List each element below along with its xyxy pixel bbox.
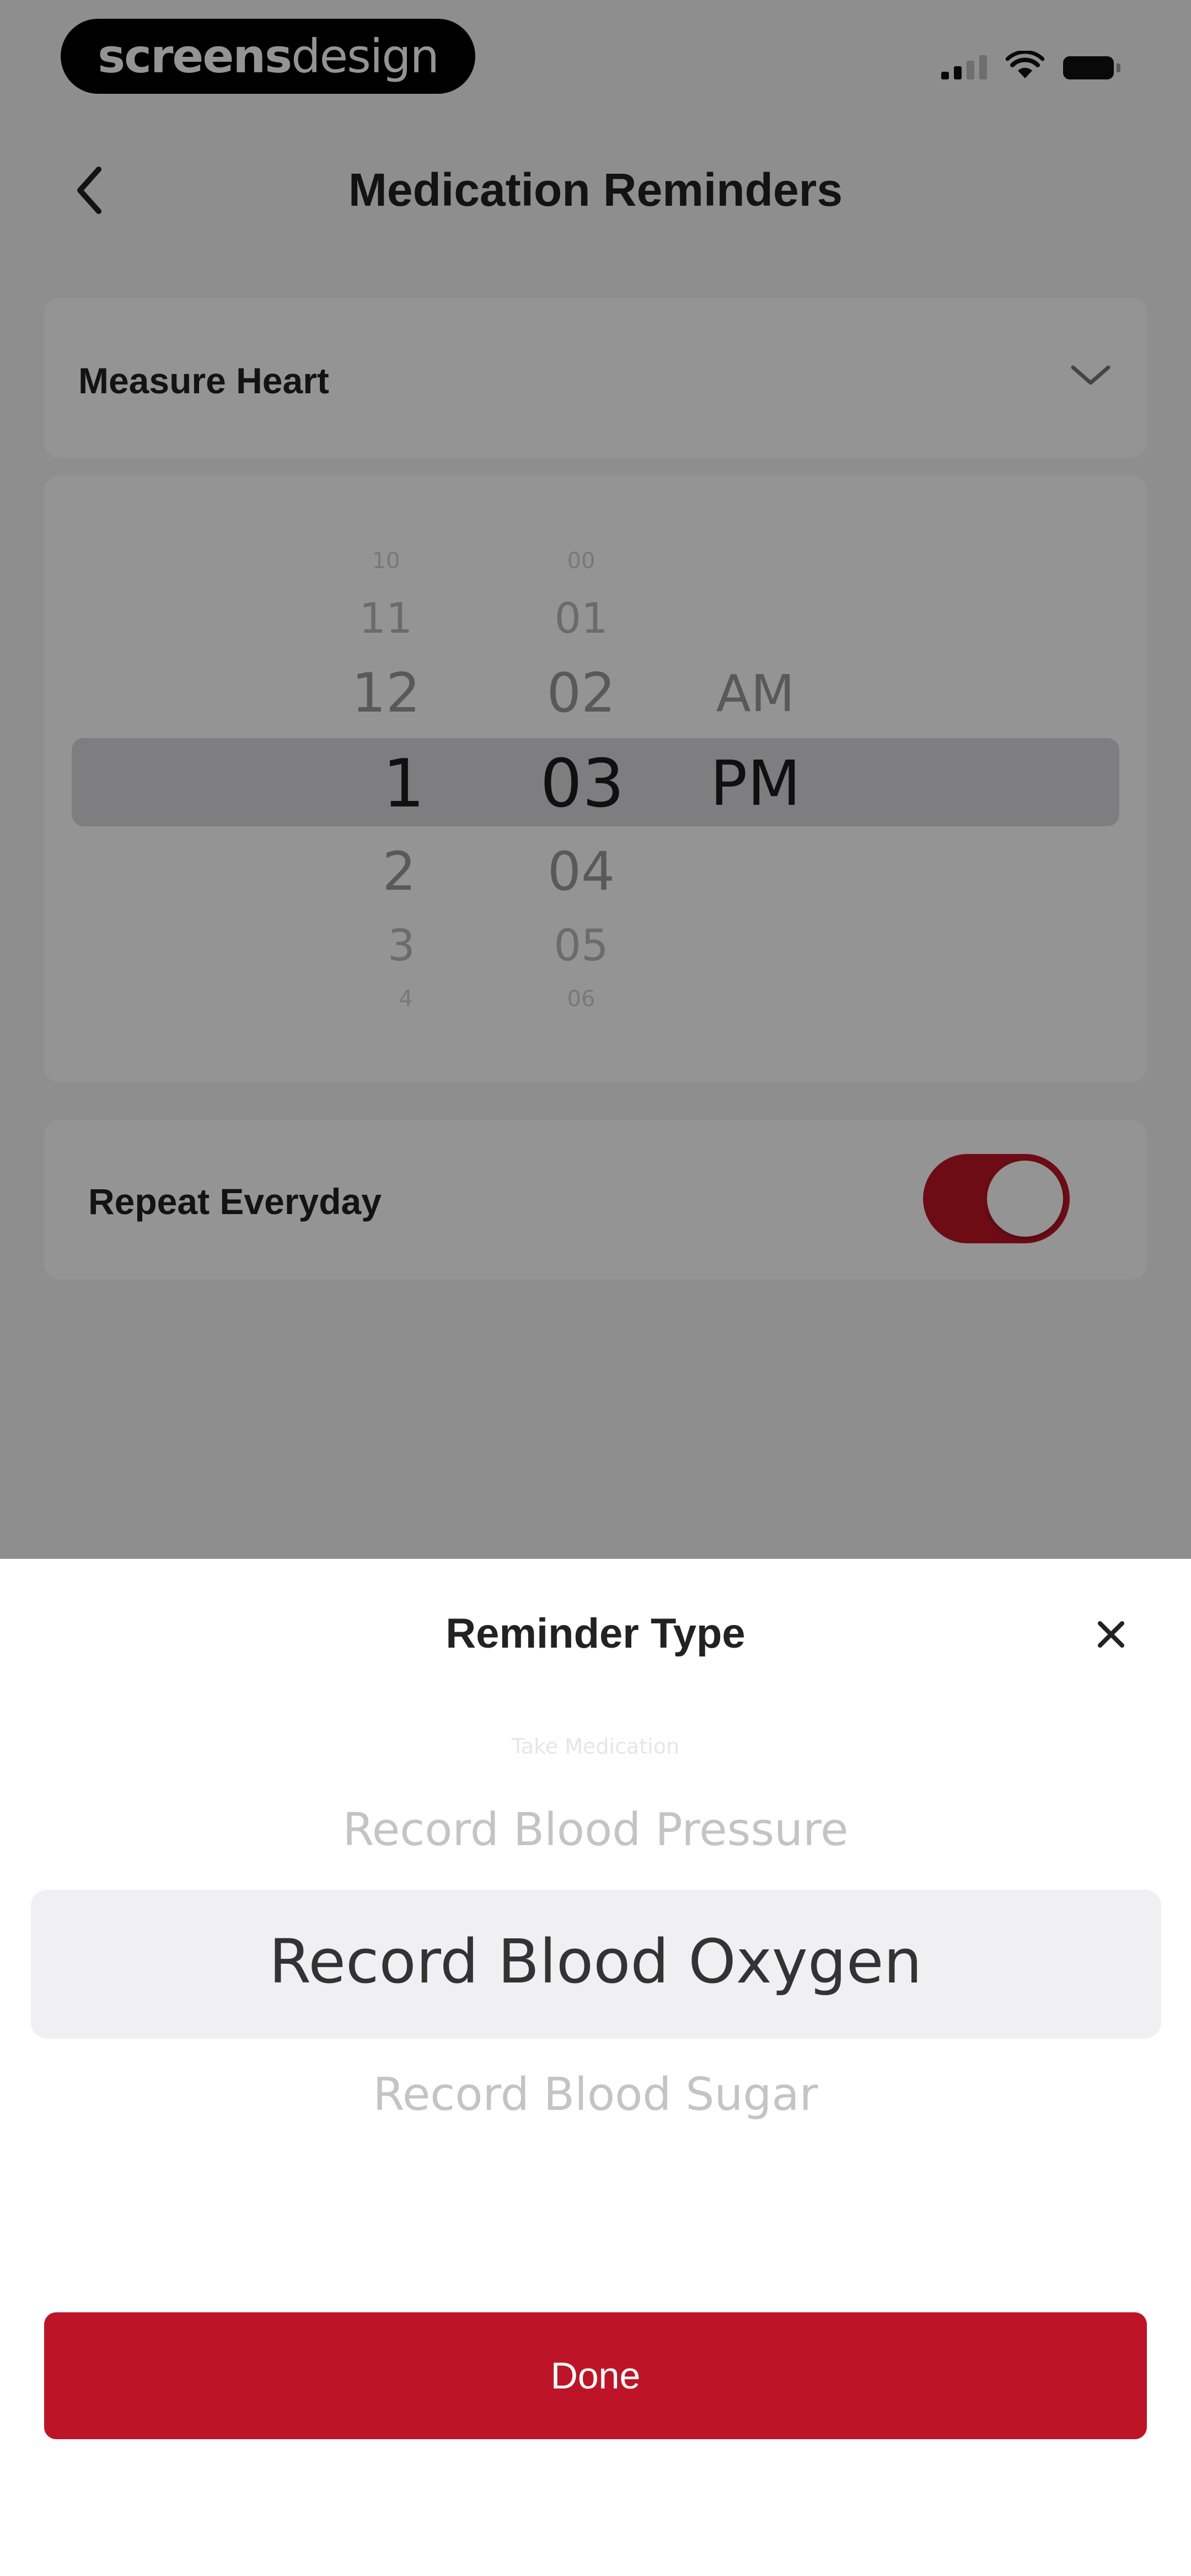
close-button[interactable] [1086,1610,1136,1659]
done-button[interactable]: Done [44,2312,1147,2439]
sheet-title: Reminder Type [446,1610,745,1657]
close-icon [1098,1621,1124,1648]
type-option[interactable]: Take Medication [0,1734,1191,1759]
app-screen: screens design Medication Reminders Measu… [0,0,1191,2576]
type-option-selected[interactable]: Record Blood Oxygen [0,1926,1191,1997]
reminder-type-sheet: Reminder Type Take Medication Record Blo… [0,1559,1191,2576]
type-option[interactable]: Record Blood Sugar [0,2069,1191,2121]
type-option[interactable]: Record Blood Pressure [0,1804,1191,1856]
